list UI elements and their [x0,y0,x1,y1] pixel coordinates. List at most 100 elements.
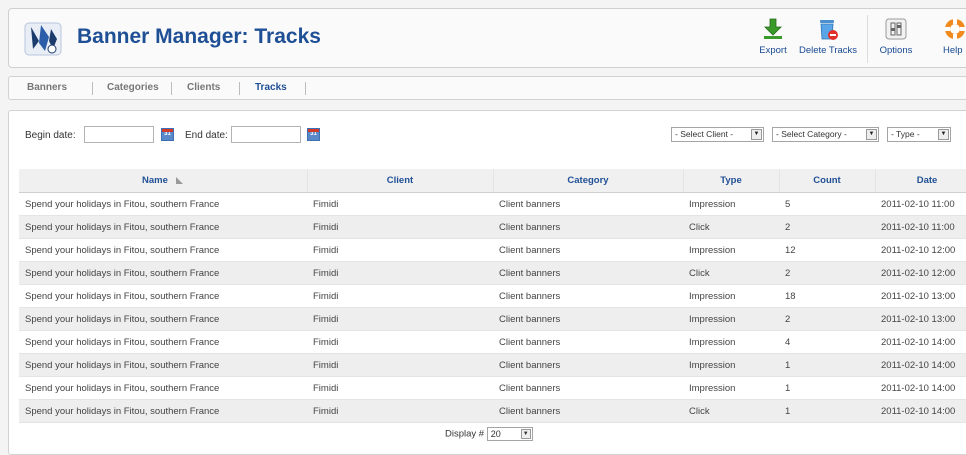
table-row: Spend your holidays in Fitou, southern F… [19,353,966,377]
cell-count: 5 [779,192,875,216]
cell-type: Click [683,215,779,239]
begin-date-calendar-icon[interactable]: 31 [161,128,174,141]
delete-tracks-button[interactable]: Delete Tracks [797,17,859,63]
cell-category: Client banners [493,215,683,239]
cell-client: Fimidi [307,353,493,377]
cell-date: 2011-02-10 13:00 [875,307,966,331]
column-header-client[interactable]: Client [307,169,494,193]
select-client-value: - Select Client - [675,129,734,139]
cell-count: 1 [779,353,875,377]
cell-type: Impression [683,330,779,354]
cell-category: Client banners [493,284,683,308]
cell-date: 2011-02-10 14:00 [875,353,966,377]
delete-tracks-label: Delete Tracks [798,45,858,56]
end-date-input[interactable] [231,126,301,143]
table-row: Spend your holidays in Fitou, southern F… [19,192,966,216]
cell-type: Impression [683,307,779,331]
table-row: Spend your holidays in Fitou, southern F… [19,307,966,331]
export-label: Export [759,45,787,56]
cell-name: Spend your holidays in Fitou, southern F… [19,399,307,423]
cell-name: Spend your holidays in Fitou, southern F… [19,330,307,354]
chevron-down-icon: ▼ [751,129,762,140]
chevron-down-icon: ▼ [520,429,531,439]
submenu: Banners Categories Clients Tracks [8,76,966,100]
cell-type: Impression [683,192,779,216]
banner-manager-logo-icon [24,22,62,56]
help-button[interactable]: Help [943,17,966,63]
cell-client: Fimidi [307,284,493,308]
cell-client: Fimidi [307,261,493,285]
cell-date: 2011-02-10 11:00 [875,192,966,216]
cell-date: 2011-02-10 14:00 [875,376,966,400]
cell-date: 2011-02-10 13:00 [875,284,966,308]
select-type-dropdown[interactable]: - Type - ▼ [887,127,951,142]
cell-category: Client banners [493,376,683,400]
table-row: Spend your holidays in Fitou, southern F… [19,399,966,423]
cell-date: 2011-02-10 11:00 [875,215,966,239]
end-date-calendar-icon[interactable]: 31 [307,128,320,141]
cell-client: Fimidi [307,215,493,239]
column-header-name[interactable]: Name [19,169,308,193]
select-client-dropdown[interactable]: - Select Client - ▼ [671,127,764,142]
submenu-divider [305,82,306,95]
table-row: Spend your holidays in Fitou, southern F… [19,215,966,239]
cell-date: 2011-02-10 12:00 [875,261,966,285]
select-category-value: - Select Category - [776,129,847,139]
submenu-item-clients[interactable]: Clients [187,82,220,93]
help-label: Help [943,45,963,56]
begin-date-label: Begin date: [25,130,76,141]
display-count-select[interactable]: 20 ▼ [486,427,533,441]
cell-type: Impression [683,284,779,308]
pagination-footer: Display # 20 ▼ [445,427,533,441]
end-date-label: End date: [185,130,228,141]
help-icon [944,18,966,40]
column-header-count[interactable]: Count [779,169,876,193]
cell-name: Spend your holidays in Fitou, southern F… [19,353,307,377]
submenu-item-categories[interactable]: Categories [107,82,159,93]
cell-client: Fimidi [307,192,493,216]
export-icon [764,18,782,39]
cell-name: Spend your holidays in Fitou, southern F… [19,284,307,308]
table-row: Spend your holidays in Fitou, southern F… [19,284,966,308]
toolbar-header: Banner Manager: Tracks Export Delete Tra… [8,8,966,68]
chevron-down-icon: ▼ [938,129,949,140]
page-title: Banner Manager: Tracks [77,25,321,48]
cell-name: Spend your holidays in Fitou, southern F… [19,192,307,216]
select-type-value: - Type - [891,129,920,139]
column-header-name-label: Name [141,175,168,186]
chevron-down-icon: ▼ [866,129,877,140]
cell-category: Client banners [493,238,683,262]
table-row: Spend your holidays in Fitou, southern F… [19,376,966,400]
cell-count: 2 [779,215,875,239]
column-header-type[interactable]: Type [683,169,780,193]
cell-name: Spend your holidays in Fitou, southern F… [19,376,307,400]
table-header-row: Name Client Category Type Count Date [19,169,966,193]
begin-date-input[interactable] [84,126,154,143]
cell-category: Client banners [493,192,683,216]
column-header-date[interactable]: Date [875,169,966,193]
column-header-category[interactable]: Category [493,169,684,193]
table-row: Spend your holidays in Fitou, southern F… [19,238,966,262]
options-button[interactable]: Options [875,17,917,63]
cell-category: Client banners [493,353,683,377]
cell-count: 2 [779,261,875,285]
cell-client: Fimidi [307,376,493,400]
cell-type: Impression [683,238,779,262]
export-button[interactable]: Export [753,17,793,63]
submenu-divider [92,82,93,95]
cell-count: 1 [779,376,875,400]
submenu-item-tracks[interactable]: Tracks [255,82,287,93]
select-category-dropdown[interactable]: - Select Category - ▼ [772,127,879,142]
cell-client: Fimidi [307,330,493,354]
cell-client: Fimidi [307,238,493,262]
cell-category: Client banners [493,261,683,285]
cell-date: 2011-02-10 14:00 [875,330,966,354]
table-row: Spend your holidays in Fitou, southern F… [19,330,966,354]
cell-type: Click [683,261,779,285]
cell-name: Spend your holidays in Fitou, southern F… [19,238,307,262]
cell-category: Client banners [493,330,683,354]
trash-icon [820,20,838,40]
submenu-item-banners[interactable]: Banners [27,82,67,93]
cell-name: Spend your holidays in Fitou, southern F… [19,215,307,239]
display-count-label: Display # [445,428,485,440]
